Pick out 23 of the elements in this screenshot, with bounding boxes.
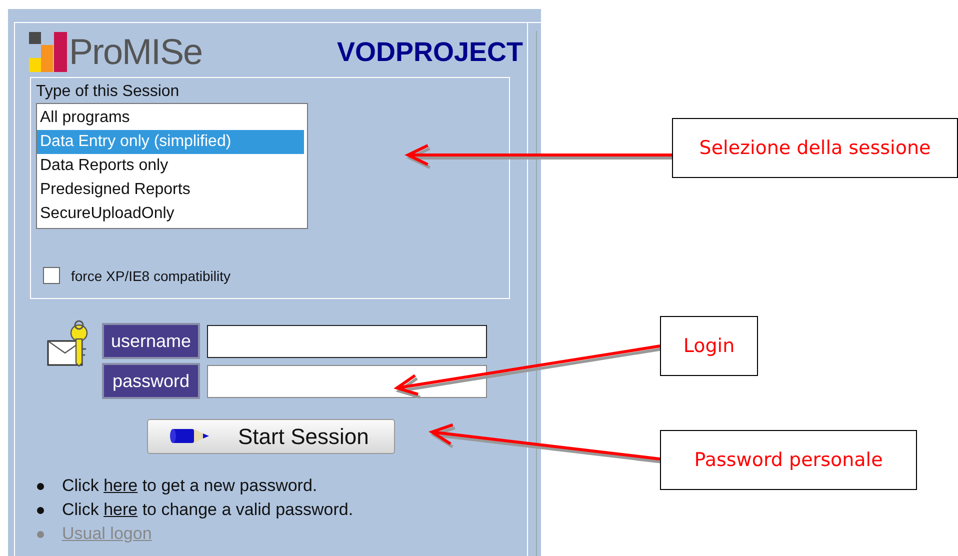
logo-text: ProMISe bbox=[69, 31, 202, 73]
checkbox-label: force XP/IE8 compatibility bbox=[71, 268, 231, 284]
list-option[interactable]: All programs bbox=[37, 106, 304, 130]
here-link[interactable]: here bbox=[104, 476, 138, 495]
logo-icon bbox=[29, 32, 67, 72]
here-link[interactable]: here bbox=[104, 500, 138, 519]
help-text: Click here to get a new password. bbox=[62, 476, 318, 496]
field-label: username bbox=[102, 323, 200, 359]
help-text: Click here to change a valid password. bbox=[62, 500, 354, 520]
input-field[interactable] bbox=[207, 364, 487, 398]
list-option[interactable]: Predesigned Reports bbox=[37, 178, 304, 202]
input-field[interactable] bbox=[207, 324, 487, 358]
callout-label: Selezione della sessione bbox=[672, 118, 958, 178]
field-label: password bbox=[102, 363, 200, 399]
list-option[interactable]: Data Reports only bbox=[37, 154, 304, 178]
group-legend: Type of this Session bbox=[36, 83, 505, 101]
callout-label: Login bbox=[660, 316, 758, 376]
start-session-button[interactable]: Start Session bbox=[147, 419, 395, 454]
list-option[interactable]: SecureUploadOnly bbox=[37, 202, 304, 226]
checkbox[interactable] bbox=[43, 267, 60, 284]
session-list[interactable]: All programs Data Entry only (simplified) Data Reports only Predesigned Reports SecureUploadOnly bbox=[36, 103, 308, 229]
project-name: VODPROJECT bbox=[336, 36, 523, 68]
callout-label: Password personale bbox=[660, 430, 917, 490]
